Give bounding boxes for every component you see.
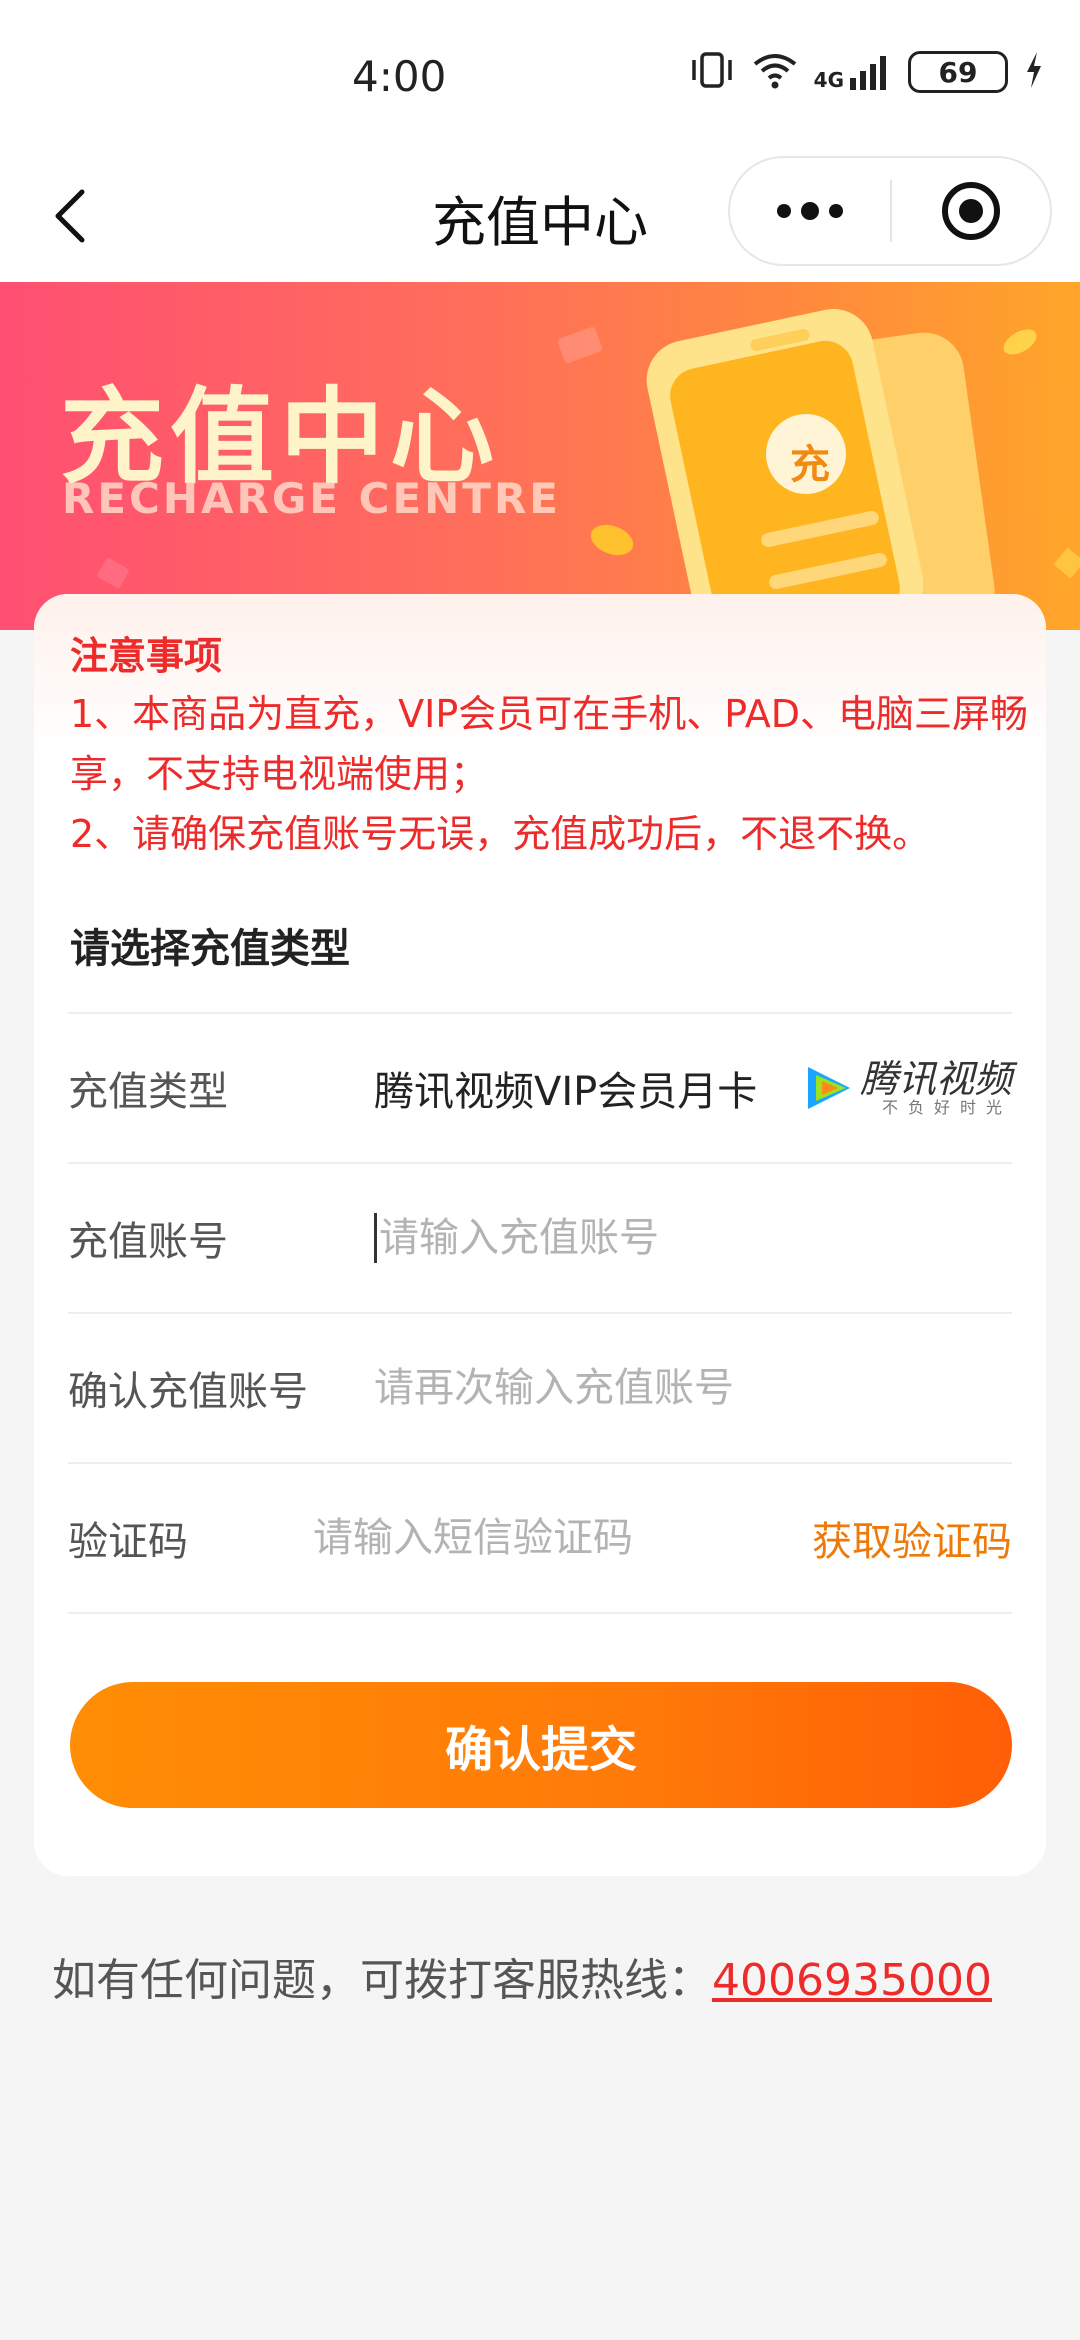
- charging-bolt-icon: [1024, 50, 1044, 94]
- hotline: 如有任何问题，可拨打客服热线：4006935000: [52, 1944, 992, 2008]
- hotline-text: 如有任何问题，可拨打客服热线：: [52, 1955, 712, 2006]
- confirm-account-label: 确认充值账号: [68, 1369, 308, 1415]
- account-row: 充值账号: [68, 1162, 1012, 1312]
- brand-name: 腾讯视频: [859, 1057, 1012, 1101]
- notice-section: 注意事项 1、本商品为直充，VIP会员可在手机、PAD、电脑三屏畅享，不支持电视…: [70, 628, 1030, 864]
- chevron-left-icon: [55, 189, 85, 243]
- mini-program-capsule: [728, 156, 1052, 266]
- text-cursor: [374, 1213, 377, 1263]
- wifi-icon: [752, 50, 798, 94]
- back-button[interactable]: [40, 178, 100, 254]
- status-icons: 4G 69: [688, 50, 1044, 94]
- recharge-type-row[interactable]: 充值类型 腾讯视频VIP会员月卡 腾讯视频 不负好时光: [68, 1012, 1012, 1162]
- notice-line-1: 1、本商品为直充，VIP会员可在手机、PAD、电脑三屏畅享，不支持电视端使用；: [70, 692, 1029, 796]
- verification-code-input[interactable]: [313, 1515, 812, 1561]
- banner-subtitle: RECHARGE CENTRE: [62, 474, 561, 523]
- notice-title: 注意事项: [70, 634, 223, 678]
- cellular-signal-icon: 4G: [814, 54, 892, 90]
- network-type: 4G: [813, 68, 844, 92]
- status-time: 4:00: [352, 52, 447, 101]
- tencent-video-play-icon: [807, 1067, 850, 1109]
- target-circle-icon: [942, 182, 1000, 240]
- confirm-account-row: 确认充值账号: [68, 1312, 1012, 1462]
- battery-indicator: 69: [908, 51, 1008, 93]
- section-title: 请选择充值类型: [70, 926, 350, 972]
- tencent-video-logo: 腾讯视频 不负好时光: [802, 1059, 1012, 1117]
- brand-slogan: 不负好时光: [881, 1098, 1012, 1117]
- get-code-button[interactable]: 获取验证码: [812, 1509, 1012, 1567]
- recharge-type-label: 充值类型: [68, 1069, 228, 1115]
- verification-code-row: 验证码 获取验证码: [68, 1462, 1012, 1612]
- hotline-number-link[interactable]: 4006935000: [712, 1955, 992, 2006]
- more-dots-icon: [777, 202, 843, 220]
- notice-line-2: 2、请确保充值账号无误，充值成功后，不退不换。: [70, 812, 931, 856]
- account-label: 充值账号: [68, 1219, 228, 1265]
- submit-button[interactable]: 确认提交: [70, 1682, 1012, 1808]
- close-button[interactable]: [892, 158, 1050, 264]
- account-input[interactable]: [379, 1215, 1012, 1261]
- banner: 充值中心 RECHARGE CENTRE 充: [0, 282, 1080, 630]
- nav-bar: 充值中心: [0, 150, 1080, 282]
- recharge-type-value: 腾讯视频VIP会员月卡: [374, 1069, 758, 1115]
- status-bar: 4:00 4G 69: [0, 0, 1080, 150]
- verification-code-label: 验证码: [68, 1519, 188, 1565]
- more-button[interactable]: [730, 158, 890, 264]
- vibrate-icon: [688, 50, 736, 94]
- confirm-account-input[interactable]: [374, 1365, 1012, 1411]
- banner-badge: 充: [790, 442, 830, 488]
- form-bottom-divider: [68, 1612, 1012, 1614]
- recharge-card: 注意事项 1、本商品为直充，VIP会员可在手机、PAD、电脑三屏畅享，不支持电视…: [34, 594, 1046, 1876]
